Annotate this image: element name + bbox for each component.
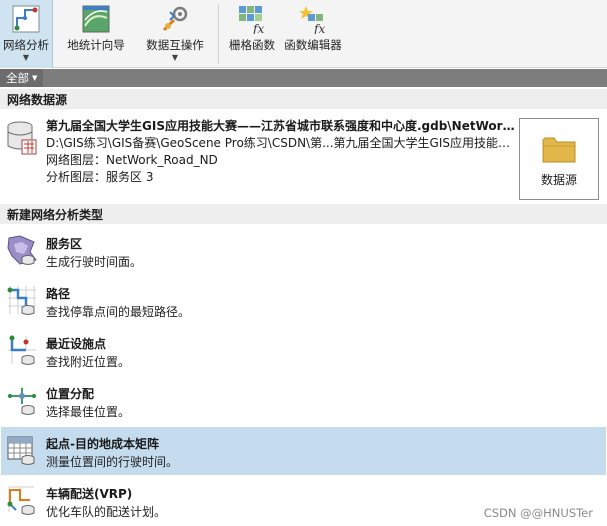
closest-facility-icon <box>8 335 36 365</box>
analysis-type-title: 最近设施点 <box>46 337 107 351</box>
category-all-dropdown[interactable]: 全部 ▼ <box>0 69 44 87</box>
analysis-layer-text: 分析图层：服务区 3 <box>46 170 154 184</box>
analysis-type-location-allocation[interactable]: 位置分配 选择最佳位置。 <box>1 377 606 425</box>
analysis-type-title: 位置分配 <box>46 387 95 401</box>
analysis-type-desc: 生成行驶时间面。 <box>46 255 143 269</box>
network-source-panel: 第九届全国大学生GIS应用技能大赛——江苏省城市联系强度和中心度.gdb\Net… <box>0 110 607 202</box>
chevron-down-icon: ▼ <box>171 53 179 62</box>
geostatistical-wizard-button[interactable]: 地统计向导 <box>58 0 134 68</box>
raster-functions-button[interactable]: fx 栅格函数 <box>224 0 280 68</box>
data-source-label: 数据源 <box>540 173 577 187</box>
route-icon <box>7 286 36 315</box>
data-interop-button[interactable]: 数据互操作 ▼ <box>138 0 212 68</box>
network-analysis-label: 网络分析 <box>3 38 49 52</box>
category-all-label: 全部 <box>6 71 29 85</box>
vehicle-routing-icon <box>7 486 35 515</box>
function-editor-icon: fx <box>299 6 325 34</box>
raster-functions-icon: fx <box>239 6 264 34</box>
gallery-category-bar: 全部 ▼ <box>0 69 607 87</box>
analysis-type-desc: 查找附近位置。 <box>46 355 131 369</box>
data-source-button[interactable]: 数据源 <box>519 118 599 200</box>
data-interop-label: 数据互操作 <box>146 38 204 52</box>
data-interop-icon <box>162 6 188 32</box>
analysis-type-desc: 优化车队的配送计划。 <box>46 505 167 519</box>
gdb-path-text: 第九届全国大学生GIS应用技能大赛——江苏省城市联系强度和中心度.gdb\Net… <box>46 119 516 133</box>
ribbon-toolbar: 网络分析 ▼ 地统计向导 数据互操作 ▼ fx 栅格函数 fx 函数编辑器 <box>0 0 607 68</box>
analysis-type-route[interactable]: 路径 查找停靠点间的最短路径。 <box>1 277 606 325</box>
location-allocation-icon <box>8 386 36 415</box>
svg-text:fx: fx <box>252 22 264 34</box>
chevron-down-icon: ▼ <box>22 53 30 62</box>
analysis-type-od-cost-matrix[interactable]: 起点-目的地成本矩阵 测量位置间的行驶时间。 <box>1 427 606 475</box>
network-layer-text: 网络图层：NetWork_Road_ND <box>46 153 218 167</box>
network-analysis-button[interactable]: 网络分析 ▼ <box>0 0 53 68</box>
folder-icon <box>542 137 576 163</box>
analysis-type-title: 路径 <box>46 287 71 301</box>
network-source-header: 网络数据源 <box>0 89 607 109</box>
analysis-type-closest-facility[interactable]: 最近设施点 查找附近位置。 <box>1 327 606 375</box>
raster-functions-label: 栅格函数 <box>229 38 275 52</box>
chevron-down-icon: ▼ <box>32 74 38 82</box>
analysis-types-header: 新建网络分析类型 <box>0 204 607 224</box>
analysis-type-title: 服务区 <box>46 237 83 251</box>
svg-text:fx: fx <box>313 22 325 34</box>
analysis-type-desc: 测量位置间的行驶时间。 <box>46 455 179 469</box>
analysis-type-title: 车辆配送(VRP) <box>46 487 133 501</box>
geostatistical-wizard-icon <box>82 5 110 33</box>
watermark-text: CSDN @@HNUSTer <box>483 506 593 520</box>
analysis-type-desc: 选择最佳位置。 <box>46 405 131 419</box>
ribbon-separator <box>218 4 219 64</box>
od-cost-matrix-icon <box>7 436 35 465</box>
network-analysis-icon <box>12 5 40 33</box>
function-editor-button[interactable]: fx 函数编辑器 <box>280 0 346 68</box>
analysis-type-desc: 查找停靠点间的最短路径。 <box>46 305 191 319</box>
geostatistical-wizard-label: 地统计向导 <box>67 38 125 52</box>
analysis-type-service-area[interactable]: 服务区 生成行驶时间面。 <box>1 227 606 275</box>
function-editor-label: 函数编辑器 <box>284 38 342 52</box>
geodatabase-icon <box>7 121 37 155</box>
analysis-type-title: 起点-目的地成本矩阵 <box>46 437 159 451</box>
full-path-text: D:\GIS练习\GIS备赛\GeoScene Pro练习\CSDN\第...第… <box>46 136 516 150</box>
service-area-icon <box>7 235 37 265</box>
